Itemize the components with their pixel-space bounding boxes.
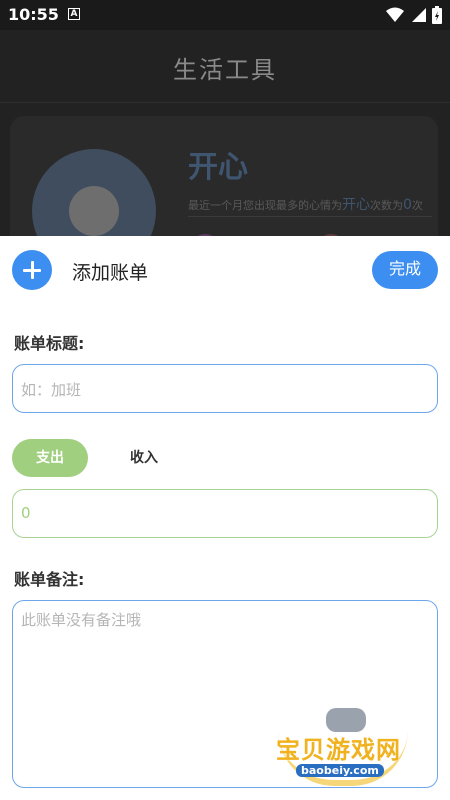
header-divider	[0, 102, 450, 103]
notification-icon: A	[68, 8, 80, 20]
watermark-logo: 宝贝游戏网 baobeiy.com	[270, 700, 440, 788]
status-bar: 10:55 A	[0, 0, 450, 30]
plus-icon[interactable]	[12, 250, 52, 290]
bill-note-label: 账单备注:	[14, 570, 85, 589]
desc-count: 0	[403, 197, 412, 213]
done-button[interactable]: 完成	[372, 251, 438, 289]
background-page: 生活工具 开心 最近一个月您出现最多的心情为开心次数为0次	[0, 30, 450, 256]
card-divider	[188, 216, 432, 217]
signal-icon	[412, 8, 426, 22]
mood-description: 最近一个月您出现最多的心情为开心次数为0次	[188, 194, 423, 214]
status-icons	[386, 6, 442, 24]
amount-input[interactable]: 0	[12, 489, 438, 538]
sheet-title: 添加账单	[72, 262, 149, 284]
page-title: 生活工具	[173, 56, 277, 84]
desc-prefix: 最近一个月您出现最多的心情为	[188, 199, 342, 212]
desc-mood: 开心	[342, 197, 370, 213]
amount-value: 0	[21, 504, 31, 522]
battery-icon	[432, 6, 442, 24]
watermark-text: 宝贝游戏网	[276, 736, 401, 764]
bill-title-label: 账单标题:	[14, 334, 85, 353]
type-income-button[interactable]: 收入	[108, 439, 180, 477]
mood-card: 开心 最近一个月您出现最多的心情为开心次数为0次	[10, 116, 438, 256]
status-time: 10:55	[8, 5, 59, 24]
donut-hole	[69, 186, 119, 236]
watermark-url: baobeiy.com	[296, 764, 384, 777]
bill-note-placeholder: 此账单没有备注哦	[21, 611, 142, 629]
wifi-icon	[386, 7, 404, 22]
gamepad-icon	[326, 708, 366, 732]
mood-title: 开心	[188, 150, 248, 185]
desc-mid: 次数为	[370, 199, 403, 212]
desc-suffix: 次	[411, 199, 423, 212]
type-expense-button[interactable]: 支出	[12, 439, 88, 477]
bill-title-input[interactable]: 如：加班	[12, 364, 438, 413]
bill-title-placeholder: 如：加班	[21, 381, 82, 399]
